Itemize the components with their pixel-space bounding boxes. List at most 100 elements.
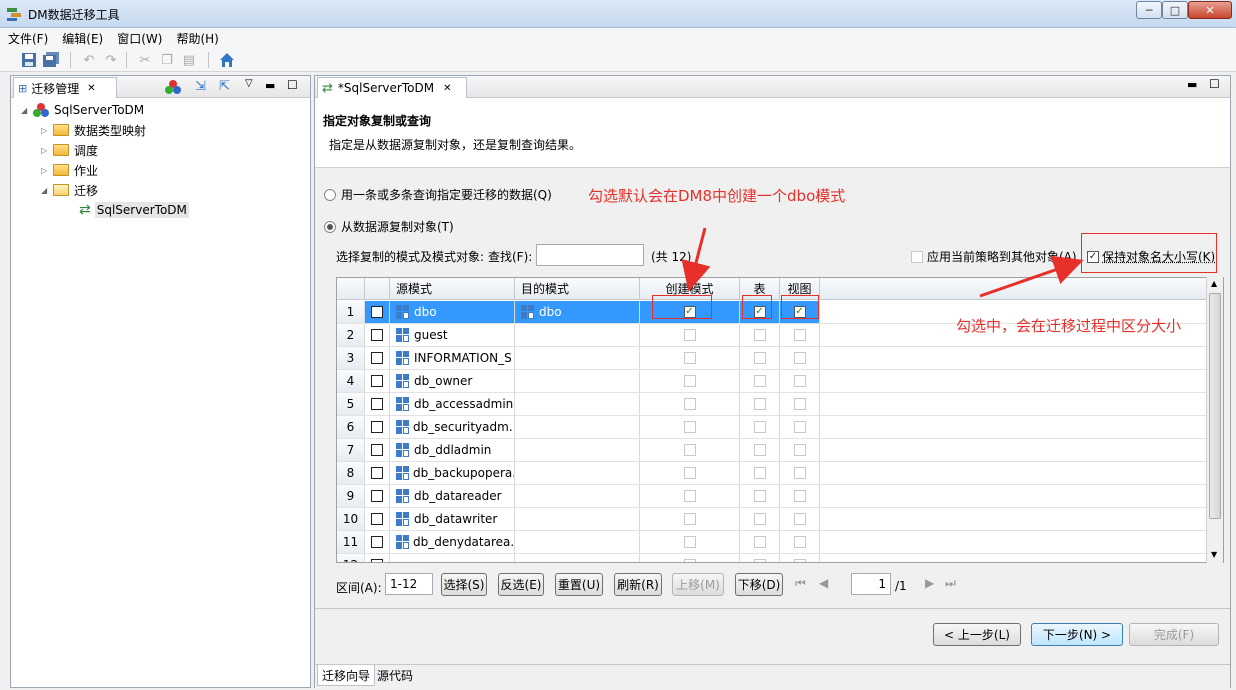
- table-checkbox-icon[interactable]: [753, 352, 766, 364]
- view-cell[interactable]: [780, 531, 820, 554]
- minimize-view-icon[interactable]: ▬: [265, 79, 275, 92]
- table-checkbox-icon[interactable]: [753, 444, 766, 456]
- prev-page-icon[interactable]: ◀: [819, 576, 828, 590]
- source-schema-cell[interactable]: db_ddladmin: [390, 439, 515, 462]
- create-schema-checkbox-icon[interactable]: [683, 559, 696, 562]
- finish-button[interactable]: 完成(F): [1129, 623, 1219, 646]
- target-schema-cell[interactable]: [515, 370, 640, 393]
- range-input[interactable]: 1-12: [385, 573, 433, 595]
- table-row[interactable]: 7 db_ddladmin: [337, 439, 1207, 462]
- close-button[interactable]: ✕: [1188, 1, 1232, 19]
- menu-file[interactable]: 文件(F): [8, 30, 48, 47]
- create-schema-cell[interactable]: [640, 416, 740, 439]
- row-select-cell[interactable]: [365, 531, 390, 554]
- maximize-button[interactable]: □: [1162, 1, 1188, 19]
- tab-wizard[interactable]: 迁移向导: [317, 665, 376, 686]
- row-select-cell[interactable]: ✓: [365, 301, 390, 324]
- tab-sqlserver-to-dm[interactable]: ⇄ *SqlServerToDM ✕: [317, 77, 467, 98]
- select-button[interactable]: 选择(S): [441, 573, 487, 596]
- create-schema-checkbox-icon[interactable]: [683, 444, 696, 456]
- source-schema-cell[interactable]: guest: [390, 324, 515, 347]
- apply-policy-checkbox[interactable]: 应用当前策略到其他对象(A): [911, 248, 1077, 265]
- redo-icon[interactable]: ↷: [102, 51, 120, 69]
- create-schema-cell[interactable]: [640, 531, 740, 554]
- target-schema-cell[interactable]: [515, 531, 640, 554]
- close-tab-icon[interactable]: ✕: [87, 83, 95, 94]
- source-schema-cell[interactable]: db_accessadmin: [390, 393, 515, 416]
- create-schema-checkbox-icon[interactable]: [683, 421, 696, 433]
- view-cell[interactable]: [780, 462, 820, 485]
- table-checkbox-icon[interactable]: [753, 513, 766, 525]
- target-schema-cell[interactable]: [515, 508, 640, 531]
- create-schema-cell[interactable]: [640, 393, 740, 416]
- create-schema-checkbox-icon[interactable]: [683, 490, 696, 502]
- table-cell[interactable]: [740, 393, 780, 416]
- create-schema-cell[interactable]: [640, 324, 740, 347]
- last-page-icon[interactable]: ⏭: [945, 576, 956, 591]
- create-schema-checkbox-icon[interactable]: [683, 467, 696, 479]
- view-cell[interactable]: [780, 554, 820, 562]
- target-schema-cell[interactable]: dbo: [515, 301, 640, 324]
- checkbox-icon[interactable]: [911, 250, 923, 263]
- radio-icon[interactable]: [324, 188, 336, 201]
- tab-migration-manager[interactable]: ⊞ 迁移管理 ✕: [13, 77, 117, 98]
- table-cell[interactable]: [740, 485, 780, 508]
- view-cell[interactable]: [780, 393, 820, 416]
- table-scrollbar[interactable]: ▲ ▼: [1206, 277, 1223, 563]
- row-select-cell[interactable]: [365, 370, 390, 393]
- radio-selected-icon[interactable]: [324, 220, 336, 233]
- table-cell[interactable]: [740, 324, 780, 347]
- checkbox-icon[interactable]: [371, 559, 383, 562]
- view-checkbox-icon[interactable]: [793, 444, 806, 456]
- table-checkbox-icon[interactable]: [753, 421, 766, 433]
- view-menu-icon[interactable]: ▽: [245, 78, 253, 89]
- tree-item-type-mapping[interactable]: ▷ 数据类型映射: [21, 120, 301, 140]
- invert-button[interactable]: 反选(E): [498, 573, 544, 596]
- view-cell[interactable]: [780, 508, 820, 531]
- home-icon[interactable]: [218, 51, 236, 69]
- view-checkbox-icon[interactable]: [793, 375, 806, 387]
- create-schema-cell[interactable]: [640, 485, 740, 508]
- paste-icon[interactable]: ▤: [180, 51, 198, 69]
- create-schema-cell[interactable]: [640, 439, 740, 462]
- checkbox-icon[interactable]: [371, 352, 383, 364]
- option-query-radio[interactable]: 用一条或多条查询指定要迁移的数据(Q): [324, 186, 552, 203]
- table-checkbox-icon[interactable]: [753, 398, 766, 410]
- back-button[interactable]: < 上一步(L): [933, 623, 1021, 646]
- target-schema-cell[interactable]: [515, 416, 640, 439]
- checkbox-icon[interactable]: [371, 536, 383, 548]
- row-select-cell[interactable]: [365, 439, 390, 462]
- table-row[interactable]: 3 INFORMATION_S: [337, 347, 1207, 370]
- create-schema-cell[interactable]: [640, 462, 740, 485]
- table-row[interactable]: 12: [337, 554, 1207, 562]
- view-checkbox-icon[interactable]: [793, 398, 806, 410]
- next-button[interactable]: 下一步(N) >: [1031, 623, 1123, 646]
- menu-help[interactable]: 帮助(H): [176, 30, 218, 47]
- source-schema-cell[interactable]: [390, 554, 515, 562]
- table-row[interactable]: 11 db_denydatarea...: [337, 531, 1207, 554]
- table-cell[interactable]: [740, 462, 780, 485]
- expand-arrow-icon[interactable]: ▷: [41, 146, 53, 155]
- expand-arrow-icon[interactable]: ▷: [41, 126, 53, 135]
- checkbox-icon[interactable]: [371, 490, 383, 502]
- first-page-icon[interactable]: ⏮: [795, 576, 806, 591]
- move-down-button[interactable]: 下移(D): [735, 573, 783, 596]
- undo-icon[interactable]: ↶: [80, 51, 98, 69]
- expand-arrow-icon[interactable]: ▷: [41, 166, 53, 175]
- source-schema-cell[interactable]: db_denydatarea...: [390, 531, 515, 554]
- source-schema-cell[interactable]: INFORMATION_S: [390, 347, 515, 370]
- view-checkbox-icon[interactable]: [793, 513, 806, 525]
- target-schema-cell[interactable]: [515, 462, 640, 485]
- view-cell[interactable]: [780, 416, 820, 439]
- row-select-cell[interactable]: [365, 393, 390, 416]
- view-checkbox-icon[interactable]: [793, 490, 806, 502]
- save-all-icon[interactable]: [42, 51, 60, 69]
- table-checkbox-icon[interactable]: [753, 536, 766, 548]
- move-up-button[interactable]: 上移(M): [672, 573, 724, 596]
- table-row[interactable]: 9 db_datareader: [337, 485, 1207, 508]
- page-input[interactable]: 1: [851, 573, 891, 595]
- source-schema-cell[interactable]: db_backupopera...: [390, 462, 515, 485]
- view-cell[interactable]: [780, 370, 820, 393]
- table-cell[interactable]: [740, 439, 780, 462]
- tree-item-job[interactable]: ▷ 作业: [21, 160, 301, 180]
